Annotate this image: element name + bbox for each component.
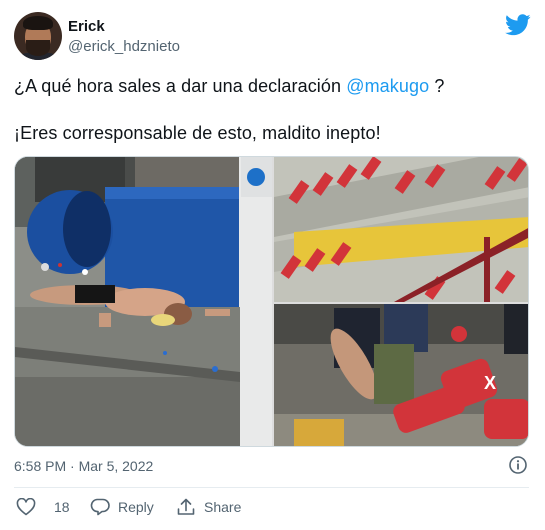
media-photo-3[interactable]: X bbox=[274, 304, 528, 446]
like-button[interactable]: 18 bbox=[16, 498, 70, 516]
like-count: 18 bbox=[54, 499, 70, 515]
share-button[interactable]: Share bbox=[176, 498, 241, 516]
reply-label: Reply bbox=[118, 499, 154, 515]
tweet-text-line-2: ¡Eres corresponsable de esto, maldito in… bbox=[14, 123, 381, 143]
share-label: Share bbox=[204, 499, 242, 515]
info-icon[interactable] bbox=[508, 455, 528, 475]
tweet-text-before-mention: ¿A qué hora sales a dar una declaración bbox=[14, 76, 347, 96]
divider bbox=[14, 487, 529, 488]
author-name[interactable]: Erick bbox=[68, 18, 105, 35]
tweet-card: Erick @erick_hdznieto ¿A qué hora sales … bbox=[0, 0, 545, 530]
reply-button[interactable]: Reply bbox=[90, 498, 154, 516]
avatar[interactable] bbox=[14, 12, 62, 60]
media-grid: X bbox=[14, 156, 529, 447]
media-photo-1[interactable] bbox=[15, 157, 272, 446]
svg-text:X: X bbox=[484, 373, 496, 393]
tweet-text-line-1: ¿A qué hora sales a dar una declaración … bbox=[14, 76, 444, 97]
twitter-bird-icon[interactable] bbox=[505, 14, 531, 36]
media-photo-2[interactable] bbox=[274, 157, 528, 302]
tweet-text-after-mention: ? bbox=[429, 76, 445, 96]
reply-icon bbox=[90, 498, 110, 516]
mention-link[interactable]: @makugo bbox=[346, 76, 429, 96]
tweet-timestamp[interactable]: 6:58 PM · Mar 5, 2022 bbox=[14, 458, 153, 474]
heart-icon bbox=[16, 498, 36, 516]
share-icon bbox=[177, 498, 195, 515]
author-handle[interactable]: @erick_hdznieto bbox=[68, 38, 180, 55]
